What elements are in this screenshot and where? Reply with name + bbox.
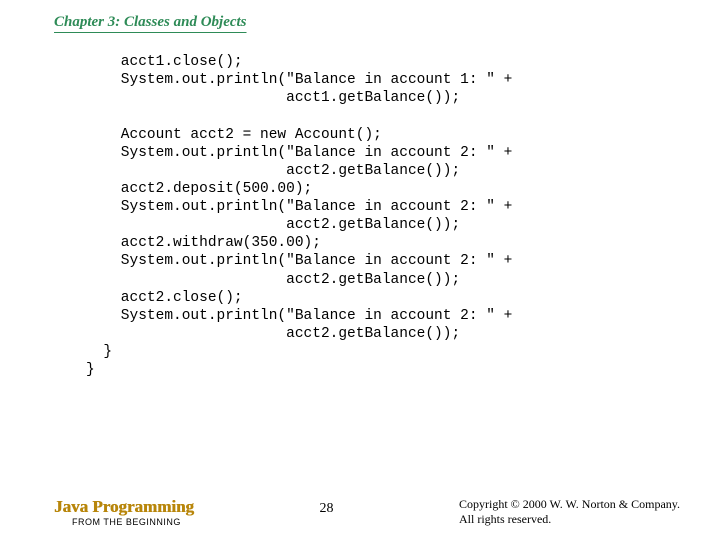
footer-left: Java Programming FROM THE BEGINNING [54, 497, 194, 527]
copyright-line1: Copyright © 2000 W. W. Norton & Company. [459, 497, 680, 513]
chapter-title: Chapter 3: Classes and Objects [0, 0, 720, 31]
book-title: Java Programming [54, 497, 194, 517]
code-block: acct1.close(); System.out.println("Balan… [0, 31, 720, 379]
copyright: Copyright © 2000 W. W. Norton & Company.… [459, 497, 680, 528]
book-subtitle: FROM THE BEGINNING [54, 517, 194, 527]
page-number: 28 [319, 497, 333, 517]
footer: Java Programming FROM THE BEGINNING 28 C… [0, 497, 720, 528]
copyright-line2: All rights reserved. [459, 512, 680, 528]
